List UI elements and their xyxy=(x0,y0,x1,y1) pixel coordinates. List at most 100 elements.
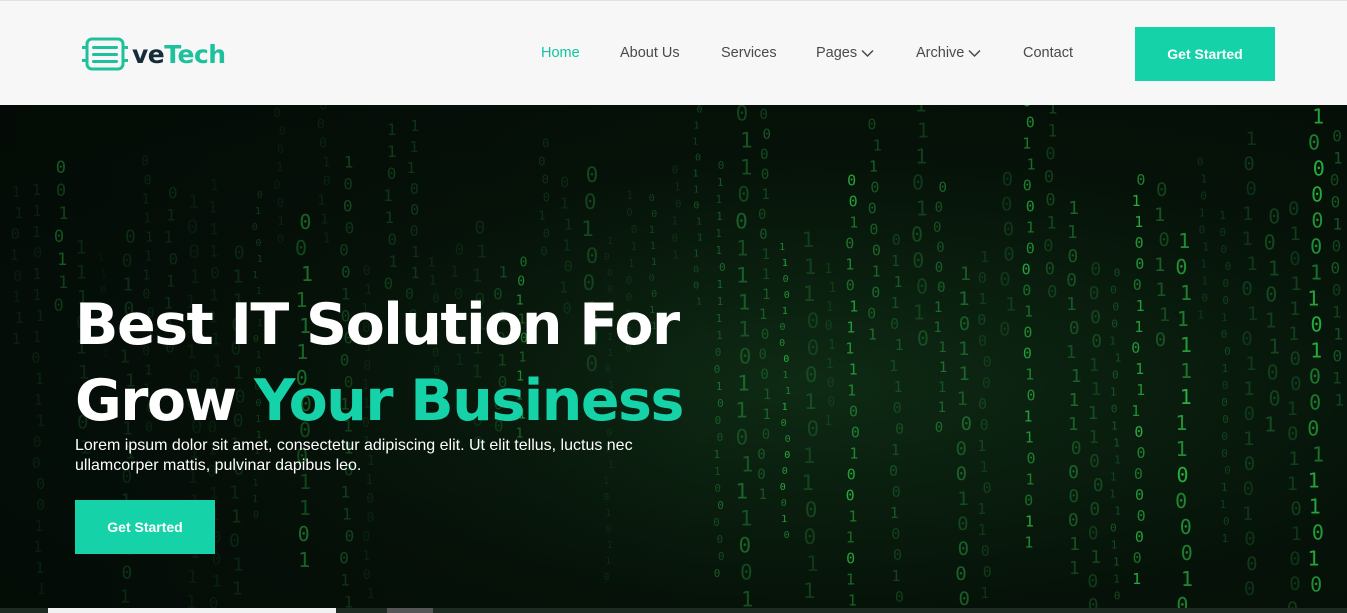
svg-text:0: 0 xyxy=(785,434,791,445)
svg-text:0: 0 xyxy=(1332,127,1342,146)
svg-text:1: 1 xyxy=(781,514,787,525)
svg-text:1: 1 xyxy=(785,386,791,397)
svg-text:1: 1 xyxy=(845,255,854,273)
svg-text:1: 1 xyxy=(803,579,816,603)
svg-text:1: 1 xyxy=(894,378,903,396)
svg-text:1: 1 xyxy=(1334,391,1344,410)
svg-text:1: 1 xyxy=(1047,121,1057,141)
svg-text:0: 0 xyxy=(713,516,720,529)
nav-item-contact[interactable]: Contact xyxy=(1023,45,1073,61)
svg-text:1: 1 xyxy=(889,357,898,375)
svg-text:0: 0 xyxy=(807,309,820,333)
svg-text:0: 0 xyxy=(714,482,721,495)
svg-text:1: 1 xyxy=(1025,429,1034,447)
svg-text:0: 0 xyxy=(895,420,904,438)
svg-text:1: 1 xyxy=(1005,293,1016,315)
svg-text:1: 1 xyxy=(826,357,834,372)
nav-item-archive[interactable]: Archive xyxy=(916,45,981,61)
svg-text:1: 1 xyxy=(1024,408,1033,426)
svg-text:1: 1 xyxy=(1333,325,1343,344)
svg-text:0: 0 xyxy=(1222,294,1229,307)
svg-text:0: 0 xyxy=(807,336,820,360)
svg-text:0: 0 xyxy=(714,363,721,376)
svg-text:0: 0 xyxy=(805,363,818,387)
svg-text:0: 0 xyxy=(759,227,767,243)
svg-text:1: 1 xyxy=(1308,547,1320,571)
svg-text:0: 0 xyxy=(983,563,992,581)
hero-get-started-button[interactable]: Get Started xyxy=(75,500,215,554)
svg-text:1: 1 xyxy=(890,294,899,312)
brand-logo[interactable]: veTech xyxy=(82,37,226,71)
svg-text:1: 1 xyxy=(1134,213,1143,231)
svg-text:0: 0 xyxy=(1110,522,1117,535)
nav-item-pages[interactable]: Pages xyxy=(816,45,874,61)
svg-text:1: 1 xyxy=(1243,428,1254,450)
svg-text:0: 0 xyxy=(1135,234,1144,252)
svg-text:1: 1 xyxy=(738,290,751,314)
svg-text:0: 0 xyxy=(1043,236,1053,256)
svg-text:0: 0 xyxy=(1200,190,1207,203)
svg-text:1: 1 xyxy=(1310,261,1322,285)
svg-text:1: 1 xyxy=(1332,215,1342,234)
svg-text:0: 0 xyxy=(1289,348,1300,370)
svg-text:1: 1 xyxy=(1069,558,1080,579)
nav-item-services[interactable]: Services xyxy=(721,45,777,61)
svg-text:0: 0 xyxy=(937,280,945,296)
svg-text:1: 1 xyxy=(849,213,858,231)
svg-text:1: 1 xyxy=(716,329,723,342)
svg-text:1: 1 xyxy=(938,380,946,396)
header-get-started-button[interactable]: Get Started xyxy=(1135,27,1275,81)
svg-text:0: 0 xyxy=(1268,387,1280,411)
svg-text:1: 1 xyxy=(1024,303,1033,321)
svg-text:0: 0 xyxy=(1135,255,1144,273)
svg-text:0: 0 xyxy=(1002,168,1013,190)
svg-text:0: 0 xyxy=(936,240,944,256)
svg-text:0: 0 xyxy=(1221,328,1228,341)
svg-text:1: 1 xyxy=(980,584,989,602)
svg-text:1: 1 xyxy=(1071,366,1082,387)
svg-text:1: 1 xyxy=(846,318,855,336)
svg-text:0: 0 xyxy=(978,395,987,413)
svg-text:1: 1 xyxy=(979,458,988,476)
svg-text:0: 0 xyxy=(1090,259,1101,280)
svg-text:1: 1 xyxy=(740,155,753,179)
svg-text:1: 1 xyxy=(1024,534,1033,552)
svg-text:1: 1 xyxy=(738,317,751,341)
svg-text:1: 1 xyxy=(1307,287,1319,311)
svg-text:0: 0 xyxy=(1201,292,1208,305)
bottom-tab xyxy=(48,608,336,613)
svg-text:1: 1 xyxy=(826,300,834,315)
svg-text:1: 1 xyxy=(716,193,723,206)
svg-text:0: 0 xyxy=(781,498,787,509)
svg-text:1: 1 xyxy=(1288,448,1299,470)
svg-text:0: 0 xyxy=(1114,267,1121,280)
svg-text:0: 0 xyxy=(803,525,816,549)
svg-text:1: 1 xyxy=(716,312,723,325)
nav-item-about-us[interactable]: About Us xyxy=(620,45,680,61)
svg-text:1: 1 xyxy=(1242,503,1253,525)
svg-text:0: 0 xyxy=(912,170,924,194)
svg-text:0: 0 xyxy=(958,538,969,560)
svg-text:0: 0 xyxy=(762,127,770,143)
nav-item-home[interactable]: Home xyxy=(541,45,580,61)
svg-text:1: 1 xyxy=(1222,362,1229,375)
svg-text:0: 0 xyxy=(1131,339,1140,357)
svg-text:1: 1 xyxy=(782,370,788,381)
svg-text:0: 0 xyxy=(846,276,855,294)
svg-text:1: 1 xyxy=(1113,437,1120,450)
svg-text:0: 0 xyxy=(1264,231,1276,255)
svg-text:0: 0 xyxy=(980,416,989,434)
svg-text:0: 0 xyxy=(851,423,860,441)
svg-text:1: 1 xyxy=(958,288,969,310)
svg-text:0: 0 xyxy=(868,199,877,217)
svg-text:0: 0 xyxy=(1133,276,1142,294)
svg-text:0: 0 xyxy=(1287,423,1298,445)
svg-text:1: 1 xyxy=(977,437,986,455)
svg-text:1: 1 xyxy=(1268,257,1280,281)
svg-text:0: 0 xyxy=(1022,105,1031,111)
svg-text:0: 0 xyxy=(1307,417,1319,441)
svg-text:1: 1 xyxy=(717,278,724,291)
svg-text:0: 0 xyxy=(911,222,923,246)
svg-text:0: 0 xyxy=(1332,281,1342,300)
svg-text:0: 0 xyxy=(1022,261,1031,279)
